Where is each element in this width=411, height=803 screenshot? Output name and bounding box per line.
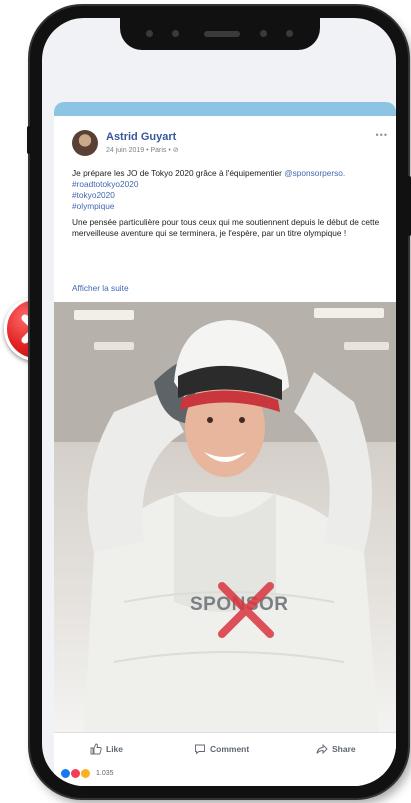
notch: [120, 18, 320, 50]
reactions-summary[interactable]: 1.035: [60, 768, 114, 779]
avatar[interactable]: [72, 130, 98, 156]
thumbs-up-icon: [90, 743, 102, 755]
camera-icon: [146, 30, 153, 37]
fencer-illustration: [54, 302, 396, 732]
post-photo[interactable]: SPONSOR: [54, 302, 396, 732]
reaction-count: 1.035: [96, 770, 114, 777]
like-button[interactable]: Like: [90, 743, 123, 755]
share-button[interactable]: Share: [316, 743, 356, 755]
phone-screen: Astrid Guyart 24 juin 2019 • Paris • ⊘ •…: [42, 18, 396, 786]
wow-reaction-icon: [80, 768, 91, 779]
side-button: [27, 126, 31, 154]
mention-link[interactable]: @sponsorperso.: [284, 168, 345, 178]
speaker-grille: [204, 31, 240, 37]
post-meta: 24 juin 2019 • Paris • ⊘: [106, 147, 179, 154]
like-label: Like: [106, 744, 124, 754]
post-paragraph: Une pensée particulière pour tous ceux q…: [72, 217, 380, 238]
sensor-icon: [286, 30, 293, 37]
phone-frame: Astrid Guyart 24 juin 2019 • Paris • ⊘ •…: [27, 6, 411, 798]
post-text-line1: Je prépare les JO de Tokyo 2020 grâce à …: [72, 168, 392, 179]
facebook-post: Astrid Guyart 24 juin 2019 • Paris • ⊘ •…: [54, 116, 396, 786]
hashtag-link[interactable]: #roadtotokyo2020: [72, 179, 392, 190]
author-name[interactable]: Astrid Guyart: [106, 131, 176, 143]
hashtag-link[interactable]: #tokyo2020: [72, 190, 392, 201]
side-button: [407, 176, 411, 236]
post-actions-bar: Like Comment Share: [54, 732, 396, 767]
share-label: Share: [332, 744, 356, 754]
see-more-link[interactable]: Afficher la suite: [72, 283, 129, 293]
share-icon: [316, 743, 328, 755]
sensor-icon: [260, 30, 267, 37]
cross-out-icon: [218, 582, 274, 638]
more-options-icon[interactable]: •••: [376, 130, 388, 140]
sensor-icon: [172, 30, 179, 37]
comment-button[interactable]: Comment: [194, 743, 249, 755]
post-text: Je prépare les JO de Tokyo 2020 grâce à …: [72, 168, 285, 178]
hashtag-link[interactable]: #olympique: [72, 201, 392, 212]
comment-label: Comment: [210, 744, 250, 754]
comment-icon: [195, 744, 205, 755]
